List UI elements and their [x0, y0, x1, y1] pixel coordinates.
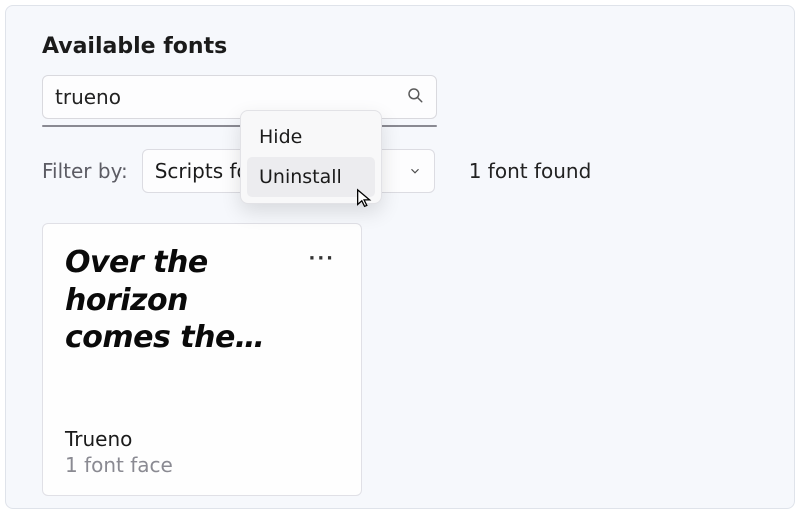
font-name: Trueno: [65, 427, 339, 451]
result-count: 1 font found: [469, 159, 592, 183]
filter-label: Filter by:: [42, 159, 128, 183]
page-title: Available fonts: [42, 34, 758, 59]
font-preview-text: Over the horizon comes the…: [65, 244, 296, 357]
font-face-count: 1 font face: [65, 453, 339, 477]
fonts-panel: Available fonts Filter by: Scripts for 1…: [5, 5, 795, 509]
menu-item-uninstall[interactable]: Uninstall: [247, 157, 375, 197]
font-card[interactable]: Over the horizon comes the… ··· Trueno 1…: [42, 223, 362, 496]
menu-item-hide[interactable]: Hide: [247, 117, 375, 157]
context-menu: Hide Uninstall: [240, 110, 382, 204]
search-input[interactable]: [55, 85, 406, 109]
more-button[interactable]: ···: [304, 246, 339, 271]
chevron-down-icon: [408, 159, 422, 183]
search-icon: [406, 86, 424, 108]
filter-row: Filter by: Scripts for 1 font found: [42, 149, 758, 193]
